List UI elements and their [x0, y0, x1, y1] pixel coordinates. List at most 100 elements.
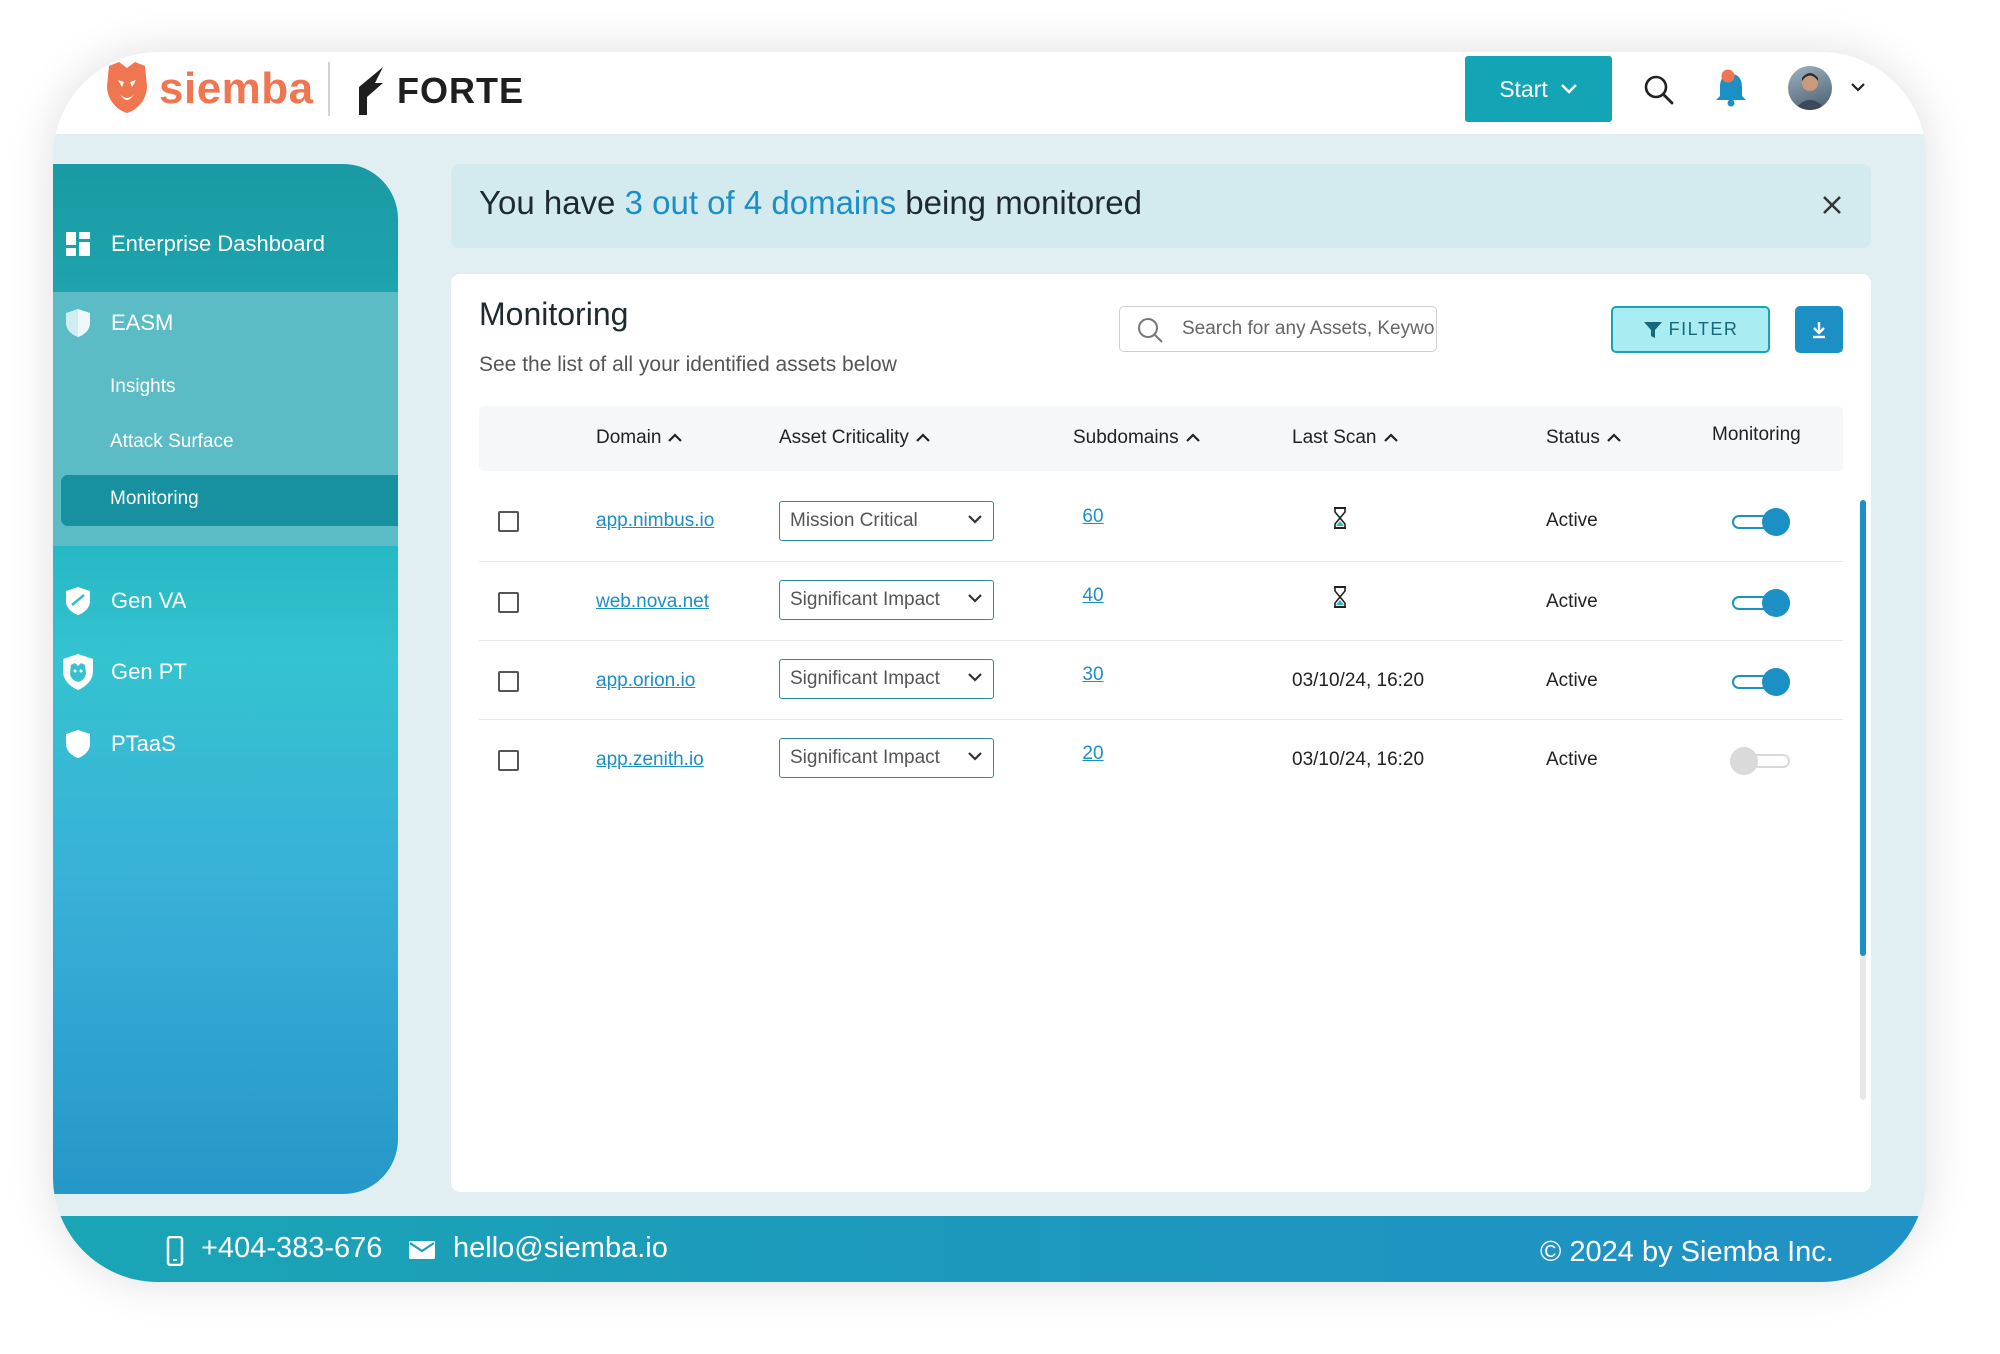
row-checkbox[interactable] [498, 592, 519, 613]
sidebar-subitem-attack-surface[interactable]: Attack Surface [110, 431, 234, 453]
close-icon[interactable] [1817, 190, 1847, 220]
monitoring-toggle[interactable] [1732, 589, 1790, 617]
table-row: web.nova.net Significant Impact 40 Activ… [479, 561, 1843, 641]
monitoring-toggle[interactable] [1732, 508, 1790, 536]
forte-logo-icon [359, 67, 383, 115]
column-label: Last Scan [1292, 427, 1377, 448]
chevron-down-icon [1560, 84, 1577, 94]
start-button[interactable]: Start [1465, 56, 1612, 122]
partner-name: FORTE [397, 70, 524, 111]
toggle-knob [1730, 747, 1758, 775]
banner-text: You have 3 out of 4 domains being monito… [479, 184, 1142, 222]
search-icon[interactable] [1643, 74, 1675, 106]
subdomains-link[interactable]: 60 [1073, 506, 1113, 528]
chevron-down-icon [968, 515, 982, 524]
sort-up-icon [1185, 433, 1200, 442]
user-avatar[interactable] [1788, 66, 1832, 110]
column-header-subdomains[interactable]: Subdomains [1073, 427, 1201, 449]
email-icon [409, 1241, 435, 1259]
search-box [1119, 306, 1437, 352]
toggle-knob [1762, 668, 1790, 696]
sidebar: Enterprise Dashboard EASM Insights Attac… [53, 164, 398, 1194]
hourglass-icon [1334, 586, 1346, 608]
status-text: Active [1546, 670, 1598, 691]
criticality-select[interactable]: Mission Critical [779, 501, 994, 541]
download-icon [1813, 321, 1825, 338]
criticality-select[interactable]: Significant Impact [779, 659, 994, 699]
download-button[interactable] [1795, 306, 1843, 353]
subdomains-link[interactable]: 20 [1073, 743, 1113, 765]
banner-highlight: 3 out of 4 domains [624, 184, 897, 221]
banner-prefix: You have [479, 184, 625, 221]
column-header-status[interactable]: Status [1546, 427, 1622, 449]
sidebar-subitem-monitoring[interactable]: Monitoring [61, 475, 398, 526]
chevron-down-icon [968, 752, 982, 761]
page-subtitle: See the list of all your identified asse… [479, 353, 897, 376]
row-checkbox[interactable] [498, 671, 519, 692]
last-scan-text: 03/10/24, 16:20 [1292, 749, 1425, 770]
toggle-knob [1762, 508, 1790, 536]
sort-up-icon [1383, 433, 1398, 442]
sidebar-item-gen-pt[interactable]: Gen PT [53, 649, 398, 695]
column-label: Monitoring [1712, 424, 1801, 445]
column-label: Asset Criticality [779, 427, 909, 448]
subdomains-link[interactable]: 30 [1073, 664, 1113, 686]
filter-button[interactable]: FILTER [1611, 306, 1770, 353]
criticality-value: Significant Impact [790, 589, 940, 610]
user-icon [1794, 73, 1826, 110]
column-header-last-scan[interactable]: Last Scan [1292, 427, 1399, 449]
scrollbar-thumb[interactable] [1860, 500, 1866, 956]
domain-link[interactable]: web.nova.net [596, 591, 709, 613]
lion-shield-icon [63, 654, 93, 690]
dashboard-icon [66, 232, 90, 256]
criticality-value: Significant Impact [790, 668, 940, 689]
table-header: Domain Asset Criticality Subdomains Last… [479, 406, 1843, 471]
footer-email[interactable]: hello@siemba.io [453, 1232, 668, 1265]
monitoring-toggle[interactable] [1732, 668, 1790, 696]
shield-icon [66, 730, 90, 758]
column-header-asset-criticality[interactable]: Asset Criticality [779, 427, 931, 449]
sidebar-item-easm[interactable]: EASM [53, 292, 398, 354]
status-text: Active [1546, 749, 1598, 770]
toggle-knob [1762, 589, 1790, 617]
shield-icon [66, 309, 90, 337]
criticality-select[interactable]: Significant Impact [779, 580, 994, 620]
sidebar-item-enterprise-dashboard[interactable]: Enterprise Dashboard [53, 222, 398, 266]
criticality-value: Significant Impact [790, 747, 940, 768]
brand-name: siemba [159, 64, 314, 113]
sort-up-icon [916, 433, 930, 442]
sidebar-item-label: PTaaS [111, 731, 176, 756]
status-text: Active [1546, 591, 1598, 612]
column-header-domain[interactable]: Domain [596, 427, 683, 449]
sidebar-item-gen-va[interactable]: Gen VA [53, 579, 398, 623]
app-window: siemba FORTE Start Enterprise Dashboard … [53, 52, 1926, 1282]
row-checkbox[interactable] [498, 511, 519, 532]
sidebar-item-label: Gen PT [111, 659, 187, 684]
monitoring-toggle[interactable] [1730, 747, 1790, 775]
table-row: app.orion.io Significant Impact 30 03/10… [479, 640, 1843, 720]
account-chevron-down-icon[interactable] [1850, 82, 1866, 93]
sidebar-subitem-insights[interactable]: Insights [110, 376, 175, 398]
column-header-monitoring: Monitoring [1712, 424, 1801, 446]
monitoring-banner: You have 3 out of 4 domains being monito… [451, 164, 1871, 248]
row-checkbox[interactable] [498, 750, 519, 771]
top-bar: siemba FORTE Start [53, 52, 1926, 134]
domain-link[interactable]: app.zenith.io [596, 749, 704, 771]
filter-icon [1643, 321, 1662, 338]
search-input[interactable] [1180, 317, 1436, 341]
sidebar-item-label: Enterprise Dashboard [111, 231, 326, 256]
domain-link[interactable]: app.orion.io [596, 670, 695, 692]
phone-icon [166, 1236, 184, 1266]
notification-bell-icon[interactable] [1713, 68, 1749, 108]
domain-link[interactable]: app.nimbus.io [596, 510, 714, 532]
column-label: Subdomains [1073, 427, 1179, 448]
sort-up-icon [668, 433, 683, 442]
sidebar-item-ptaas[interactable]: PTaaS [53, 722, 398, 766]
start-button-label: Start [1499, 75, 1548, 102]
subdomains-link[interactable]: 40 [1073, 585, 1113, 607]
sidebar-item-label: EASM [111, 310, 174, 335]
footer-phone[interactable]: +404-383-676 [201, 1232, 382, 1265]
criticality-select[interactable]: Significant Impact [779, 738, 994, 778]
chevron-down-icon [968, 594, 982, 603]
filter-button-label: FILTER [1668, 319, 1739, 339]
